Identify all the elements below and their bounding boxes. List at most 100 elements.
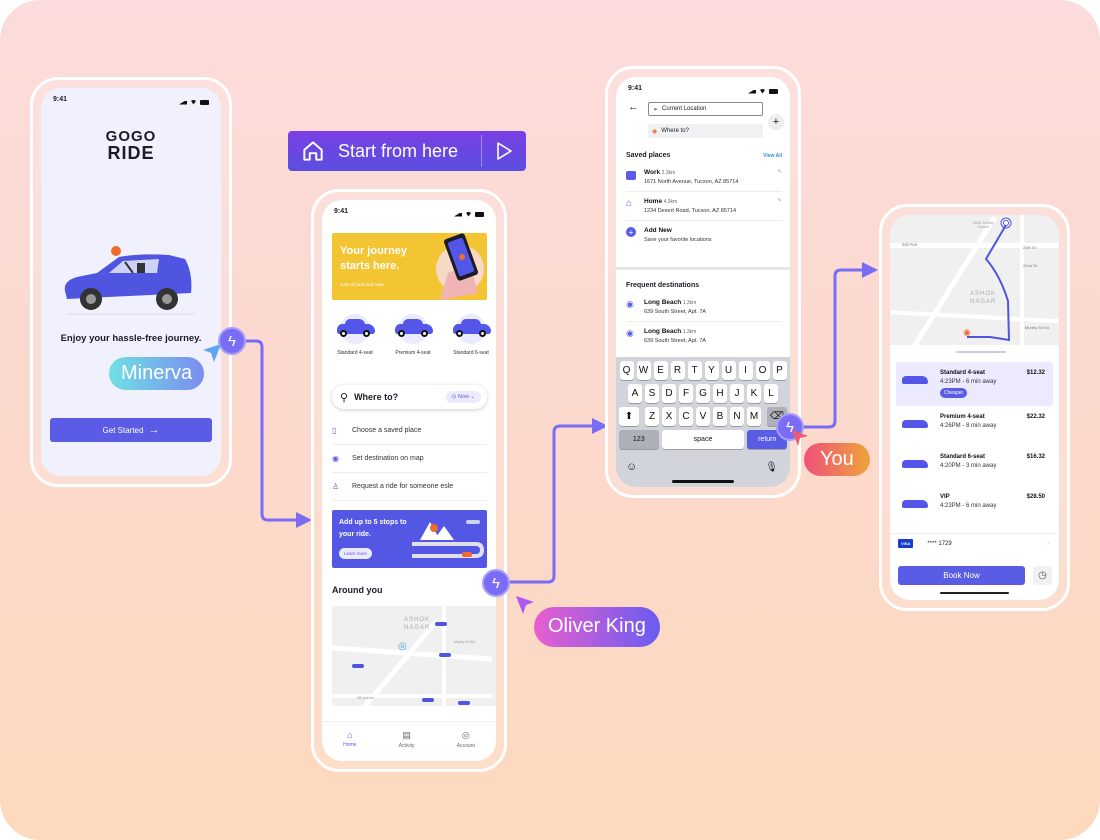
emoji-icon[interactable]: ☺ xyxy=(626,461,637,473)
key-b[interactable]: B xyxy=(713,407,727,426)
sheet-handle[interactable] xyxy=(956,351,1006,353)
key-a[interactable]: A xyxy=(628,384,642,403)
key-y[interactable]: Y xyxy=(704,361,719,380)
key-p[interactable]: P xyxy=(772,361,787,380)
location-pin-icon: ◉ xyxy=(626,299,634,309)
ride-select-screen: 3rd Ave SGAT Cricket Ground 20th St 22nd… xyxy=(890,215,1059,600)
numbers-key[interactable]: 123 xyxy=(619,430,659,449)
car-type-standard-4[interactable]: Standard 4-seat xyxy=(330,314,380,356)
play-icon[interactable] xyxy=(494,141,514,161)
key-u[interactable]: U xyxy=(721,361,736,380)
from-placeholder: Current Location xyxy=(662,106,707,112)
key-e[interactable]: E xyxy=(653,361,668,380)
microphone-icon[interactable]: 🎙 xyxy=(765,462,778,473)
edit-icon[interactable]: ✎ xyxy=(777,198,782,214)
where-to-search[interactable]: ⚲ Where to? ◷ Now ⌄ xyxy=(332,385,487,409)
current-location-field[interactable]: ➢ Current Location xyxy=(648,102,763,116)
menu-choose-saved-place[interactable]: ▯ Choose a saved place xyxy=(332,417,487,445)
book-now-button[interactable]: Book Now xyxy=(898,566,1025,585)
pin-icon: ◉ xyxy=(652,128,658,135)
car-illustration xyxy=(64,246,195,315)
around-you-title: Around you xyxy=(332,585,383,595)
back-arrow-icon[interactable]: ← xyxy=(628,101,639,113)
route-map[interactable]: 3rd Ave SGAT Cricket Ground 20th St 22nd… xyxy=(890,215,1059,345)
car-type-standard-6[interactable]: Standard 6-seat xyxy=(446,314,496,356)
home-screen: 9:41 Your journey starts here. Just sit … xyxy=(322,200,496,761)
where-to-field[interactable]: ◉ Where to? xyxy=(648,124,763,138)
key-s[interactable]: S xyxy=(645,384,659,403)
add-stop-button[interactable]: + xyxy=(768,114,784,130)
nav-account[interactable]: ◎ Account xyxy=(457,730,475,761)
frequent-destination[interactable]: ◉ Long Beach 1.3km 639 South Street, Apt. … xyxy=(626,293,782,322)
car-type-premium-4[interactable]: Premium 4-seat xyxy=(388,314,438,356)
when-selector[interactable]: ◷ Now ⌄ xyxy=(445,391,481,403)
add-new-place[interactable]: + Add New Save your favorite locations xyxy=(626,221,782,249)
menu-request-for-someone[interactable]: ♙ Request a ride for someone esle xyxy=(332,473,487,501)
banner-title: Your journey starts here. xyxy=(340,245,408,272)
ride-price: $22.32 xyxy=(1026,414,1045,420)
start-from-here-button[interactable]: Start from here xyxy=(288,131,526,171)
key-j[interactable]: J xyxy=(730,384,744,403)
nav-activity[interactable]: ▤ Activity xyxy=(399,730,415,761)
key-o[interactable]: O xyxy=(755,361,770,380)
key-q[interactable]: Q xyxy=(619,361,634,380)
around-you-map[interactable]: ASHOK NAGAR Murthy St Ext 8th Avenue ◎ xyxy=(332,606,496,706)
nearby-car-icon xyxy=(352,664,364,668)
menu-set-destination-map[interactable]: ◉ Set destination on map xyxy=(332,445,487,473)
saved-place-work[interactable]: Work 2.3km 1671 North Avenue, Tucson, AZ … xyxy=(626,163,782,192)
destination-pin-icon: ◉ xyxy=(963,327,971,337)
house-icon: ⌂ xyxy=(626,198,633,209)
get-started-button[interactable]: Get Started → xyxy=(50,418,212,442)
key-n[interactable]: N xyxy=(730,407,744,426)
ride-price: $28.50 xyxy=(1026,494,1045,500)
book-now-label: Book Now xyxy=(943,571,980,580)
learn-more-button[interactable]: Learn more xyxy=(339,548,373,559)
nav-home[interactable]: ⌂ Home xyxy=(343,730,356,761)
key-d[interactable]: D xyxy=(662,384,676,403)
ride-option[interactable]: Standard 4-seat 4:23PM - 6 min away Cheape… xyxy=(896,362,1053,406)
payment-method[interactable]: VISA **** 1729 › xyxy=(898,539,1049,548)
saved-places-list: Work 2.3km 1671 North Avenue, Tucson, AZ … xyxy=(626,163,782,249)
car-type-label: Standard 6-seat xyxy=(453,350,489,356)
space-key[interactable]: space xyxy=(661,430,745,449)
keyboard: QWERTYUIOP ASDFGHJKL ⬆ ZXCVBNM ⌫ 123 spa… xyxy=(616,357,790,487)
shift-key[interactable]: ⬆ xyxy=(619,407,639,426)
key-l[interactable]: L xyxy=(764,384,778,403)
key-m[interactable]: M xyxy=(747,407,761,426)
bottom-nav: ⌂ Home ▤ Activity ◎ Account xyxy=(322,721,496,761)
ride-option[interactable]: Premium 4-seat 4:26PM - 8 min away $22.32 xyxy=(896,406,1053,446)
route-line xyxy=(967,217,1012,342)
status-time: 9:41 xyxy=(334,208,349,215)
collaborator-tag-minerva: Minerva xyxy=(109,357,205,390)
edit-icon[interactable]: ✎ xyxy=(777,169,782,185)
search-label: Where to? xyxy=(354,392,399,402)
key-v[interactable]: V xyxy=(696,407,710,426)
start-label: Start from here xyxy=(338,140,459,161)
ride-option[interactable]: Standard 6-seat 4:20PM - 3 min away $16.32 xyxy=(896,446,1053,486)
saved-place-home[interactable]: ⌂ Home 4.3km 1234 Desert Road, Tucson, AZ … xyxy=(626,192,782,221)
key-f[interactable]: F xyxy=(679,384,693,403)
key-k[interactable]: K xyxy=(747,384,761,403)
ride-eta: 4:20PM - 3 min away xyxy=(940,463,997,469)
schedule-clock-button[interactable]: ◷ xyxy=(1033,566,1052,585)
key-t[interactable]: T xyxy=(687,361,702,380)
key-r[interactable]: R xyxy=(670,361,685,380)
gogo-ride-logo: GOGO RIDE xyxy=(41,128,221,162)
phone-map-illustration xyxy=(436,233,484,300)
ride-option[interactable]: VIP 4:23PM - 6 min away $28.50 xyxy=(896,486,1053,526)
key-w[interactable]: W xyxy=(636,361,651,380)
key-x[interactable]: X xyxy=(662,407,676,426)
plus-circle-icon: + xyxy=(626,227,636,237)
car-type-label: Premium 4-seat xyxy=(395,350,431,356)
tagline: Enjoy your hassle-free journey. xyxy=(60,333,202,344)
flow-node-bolt-icon[interactable]: ϟ xyxy=(482,569,510,597)
home-indicator xyxy=(672,480,734,483)
view-all-link[interactable]: View All xyxy=(763,153,782,159)
frequent-destination[interactable]: ◉ Long Beach 1.3km 639 South Street, Apt. … xyxy=(626,322,782,350)
key-i[interactable]: I xyxy=(738,361,753,380)
key-h[interactable]: H xyxy=(713,384,727,403)
key-c[interactable]: C xyxy=(679,407,693,426)
home-icon xyxy=(303,141,323,161)
key-g[interactable]: G xyxy=(696,384,710,403)
key-z[interactable]: Z xyxy=(645,407,659,426)
